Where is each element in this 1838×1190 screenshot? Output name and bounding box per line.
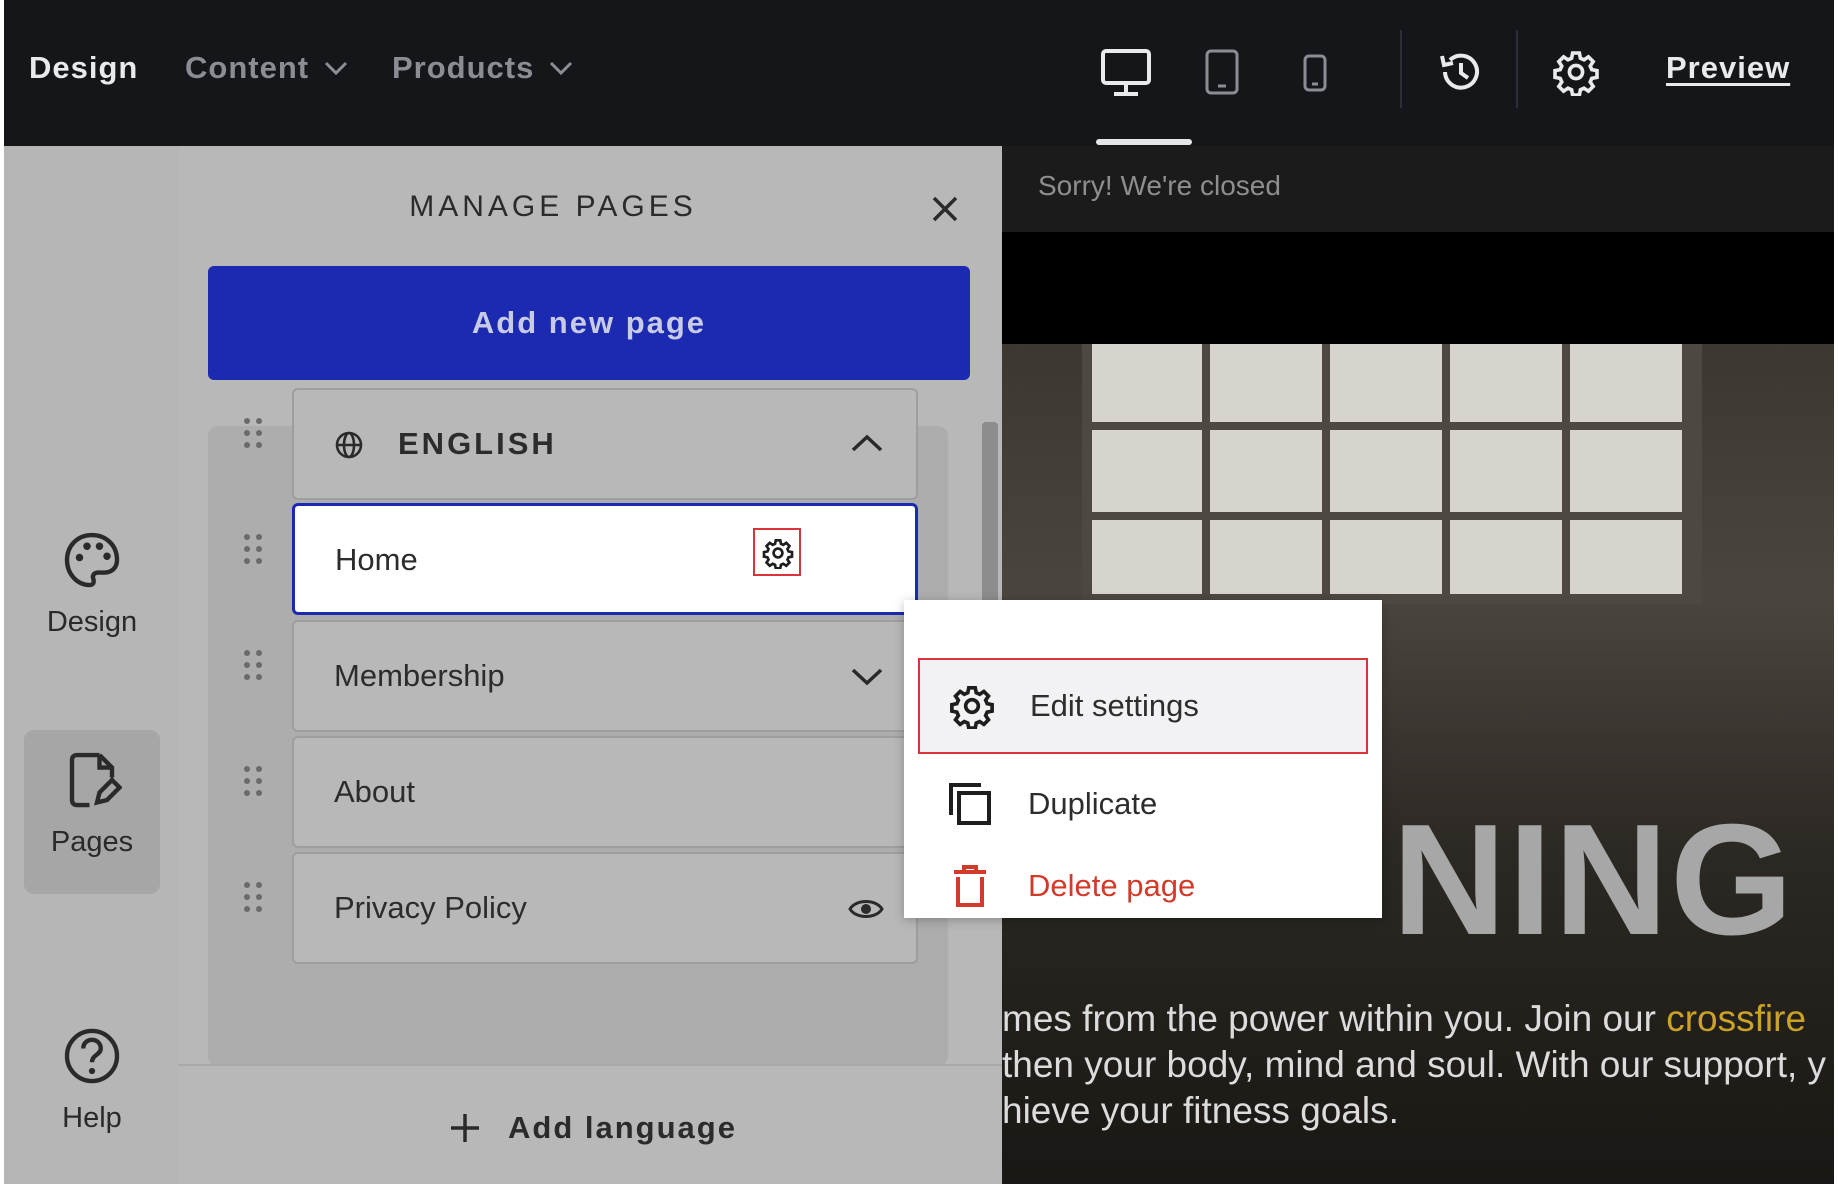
rail-item-label: Design: [46, 606, 138, 638]
mobile-view-button[interactable]: [1301, 48, 1329, 101]
language-group-label: ENGLISH: [398, 426, 557, 461]
page-row-about[interactable]: About: [292, 736, 918, 848]
gear-icon: [1553, 51, 1599, 97]
panel-footer: Add language: [178, 1064, 1002, 1184]
close-icon: [932, 196, 958, 222]
nav-design-label: Design: [29, 50, 139, 85]
top-bar: Design Content Products Preview: [4, 0, 1834, 146]
page-row-label: Privacy Policy: [334, 890, 527, 925]
preview-link[interactable]: Preview: [1666, 50, 1790, 86]
page-row-label: About: [334, 774, 416, 809]
plus-icon: [451, 1114, 479, 1142]
drag-handle-icon[interactable]: [244, 418, 264, 452]
menu-item-delete-page[interactable]: Delete page: [918, 838, 1368, 934]
nav-products[interactable]: Products: [392, 50, 574, 86]
desktop-view-button[interactable]: [1100, 48, 1152, 103]
chevron-down-icon: [550, 61, 573, 76]
history-icon: [1440, 53, 1479, 90]
add-language-label: Add language: [508, 1110, 737, 1145]
page-row-label: Home: [335, 542, 418, 577]
gear-icon: [944, 683, 1000, 729]
menu-item-label: Edit settings: [1030, 688, 1199, 723]
rail-item-label: Pages: [50, 826, 134, 858]
hero-text-line: then your body, mind and soul. With our …: [1002, 1044, 1827, 1085]
chevron-up-icon[interactable]: [850, 432, 884, 454]
globe-icon: [335, 431, 363, 459]
rail-item-design[interactable]: Design: [24, 530, 160, 639]
active-device-indicator: [1096, 139, 1192, 145]
page-context-menu: Edit settings Duplicate Delete page: [904, 600, 1382, 918]
page-row-label: Membership: [334, 658, 505, 693]
toolbar-divider: [1516, 30, 1518, 108]
tablet-view-button[interactable]: [1204, 48, 1240, 101]
nav-content[interactable]: Content: [185, 50, 349, 86]
chevron-down-icon[interactable]: [850, 666, 884, 688]
manage-pages-panel: MANAGE PAGES Add new page ENGLISH Home M…: [178, 146, 1002, 1184]
page-row-home[interactable]: Home: [292, 503, 918, 615]
drag-handle-icon[interactable]: [244, 534, 264, 568]
hero-text: mes from the power within you. Join our …: [1002, 996, 1834, 1134]
add-new-page-button[interactable]: Add new page: [208, 266, 970, 380]
hero-text-line: mes from the power within you. Join our: [1002, 998, 1667, 1039]
rail-item-label: Help: [62, 1102, 122, 1134]
hero-text-line: hieve your fitness goals.: [1002, 1090, 1399, 1131]
palette-icon: [64, 532, 120, 588]
menu-item-edit-settings[interactable]: Edit settings: [918, 658, 1368, 754]
closed-banner-text: Sorry! We're closed: [1038, 170, 1281, 201]
nav-design[interactable]: Design: [29, 50, 138, 86]
page-settings-button[interactable]: [753, 528, 801, 576]
trash-icon: [942, 863, 998, 909]
page-row-membership[interactable]: Membership: [292, 620, 918, 732]
close-panel-button[interactable]: [928, 192, 962, 231]
drag-handle-icon[interactable]: [244, 650, 264, 684]
help-icon: [64, 1028, 120, 1084]
app-frame: Design Content Products Preview Sorry! W…: [4, 0, 1834, 1184]
chevron-down-icon: [325, 61, 348, 76]
rail-item-pages[interactable]: Pages: [24, 730, 160, 894]
copy-icon: [942, 781, 998, 827]
left-rail: Design Pages Help: [4, 146, 178, 1184]
hero-text-highlight: crossfire: [1666, 998, 1807, 1039]
hero-title: NING: [1392, 792, 1795, 968]
closed-banner: Sorry! We're closed: [1002, 146, 1834, 232]
toolbar-divider: [1400, 30, 1402, 108]
page-edit-icon: [69, 752, 123, 808]
menu-item-label: Delete page: [1028, 868, 1196, 903]
mobile-icon: [1303, 54, 1327, 92]
history-button[interactable]: [1436, 48, 1484, 101]
panel-title: MANAGE PAGES: [409, 190, 697, 223]
drag-handle-icon[interactable]: [244, 882, 264, 916]
hero-window-image: [1082, 344, 1702, 604]
page-row-privacy-policy[interactable]: Privacy Policy: [292, 852, 918, 964]
nav-products-label: Products: [392, 50, 535, 85]
site-header-band: [1002, 232, 1834, 344]
nav-content-label: Content: [185, 50, 310, 85]
desktop-icon: [1101, 49, 1151, 96]
drag-handle-icon[interactable]: [244, 766, 264, 800]
gear-icon: [762, 539, 794, 569]
menu-item-label: Duplicate: [1028, 786, 1158, 821]
add-language-button[interactable]: Add language: [448, 1110, 737, 1146]
rail-item-help[interactable]: Help: [24, 1026, 160, 1135]
settings-button[interactable]: [1552, 48, 1600, 101]
language-group-english[interactable]: ENGLISH: [292, 388, 918, 500]
tablet-icon: [1205, 49, 1239, 95]
eye-icon[interactable]: [848, 894, 884, 924]
